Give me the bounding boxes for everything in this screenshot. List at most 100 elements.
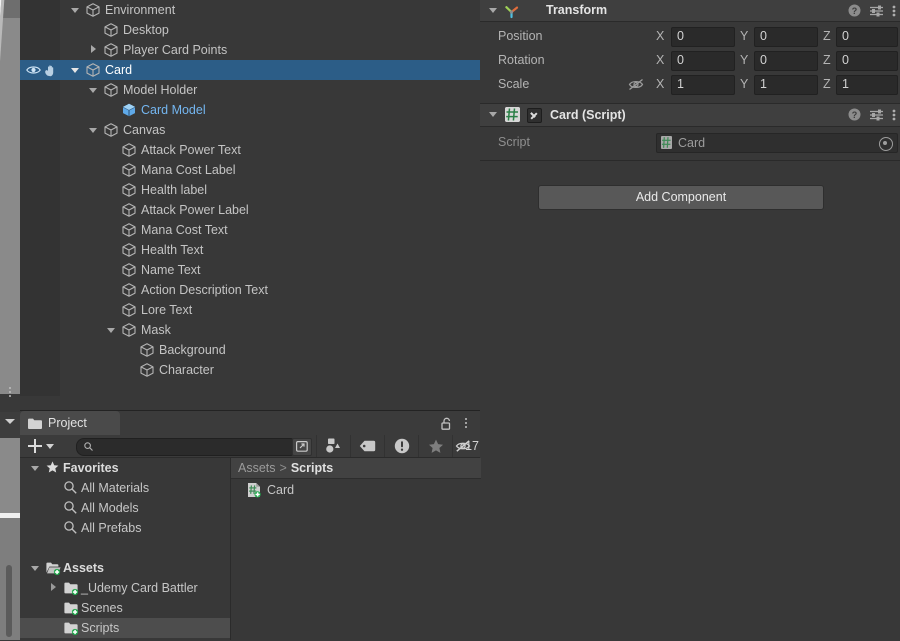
hierarchy-row[interactable]: Environment <box>20 0 480 20</box>
filter-favorites-button[interactable] <box>418 435 453 457</box>
hierarchy-row[interactable]: Mana Cost Text <box>20 220 480 240</box>
filter-by-label-button[interactable] <box>350 435 385 457</box>
hierarchy-row[interactable]: Model Holder <box>20 80 480 100</box>
gameobject-icon <box>122 223 136 237</box>
foldout-open-icon[interactable] <box>30 458 42 478</box>
project-folder-tree[interactable]: Favorites All Materials All Models All Pref… <box>20 458 230 640</box>
preset-icon[interactable] <box>870 109 883 121</box>
search-input[interactable] <box>76 438 298 456</box>
expand-search-button[interactable] <box>292 438 312 456</box>
scene-view-strip[interactable] <box>0 0 20 640</box>
hierarchy-row[interactable]: Name Text <box>20 260 480 280</box>
hierarchy-row[interactable]: Lore Text <box>20 300 480 320</box>
foldout-open-icon[interactable] <box>88 120 100 140</box>
help-icon[interactable]: ? <box>848 4 861 17</box>
transform-component-header[interactable]: Transform ? <box>480 0 900 22</box>
tab-project[interactable]: Project <box>20 411 120 435</box>
project-tree-row[interactable]: Scenes <box>20 598 230 618</box>
foldout-closed-icon[interactable] <box>48 578 60 598</box>
transform-scale-row[interactable]: Scale X 1 Y 1 Z 1 <box>480 72 900 96</box>
foldout-open-icon[interactable] <box>106 320 118 340</box>
hierarchy-row[interactable]: Action Description Text <box>20 280 480 300</box>
more-menu-icon[interactable] <box>892 108 896 122</box>
project-item-list[interactable]: Card <box>231 479 481 501</box>
constrain-proportions-off-icon[interactable] <box>628 78 644 91</box>
hidden-items-button[interactable]: 17 <box>452 435 481 457</box>
card-script-header-icons[interactable]: ? <box>848 104 896 125</box>
foldout-closed-icon[interactable] <box>88 40 100 60</box>
hierarchy-row[interactable]: Health label <box>20 180 480 200</box>
filter-by-type-button[interactable] <box>316 435 351 457</box>
inspector-panel[interactable]: Transform ? Position X 0 Y 0 Z 0 Rotatio… <box>480 0 900 640</box>
rotation-x-field[interactable]: 0 <box>671 51 735 71</box>
panel-dropdown-caret-icon[interactable] <box>3 414 17 428</box>
transform-rotation-row[interactable]: Rotation X 0 Y 0 Z 0 <box>480 48 900 72</box>
hierarchy-row[interactable]: Attack Power Label <box>20 200 480 220</box>
pointer-hand-icon[interactable] <box>44 64 58 77</box>
hierarchy-row[interactable]: Desktop <box>20 20 480 40</box>
breadcrumb-separator: > <box>279 461 287 475</box>
scale-y-field[interactable]: 1 <box>754 75 818 95</box>
project-tab-strip[interactable]: Project <box>20 411 480 435</box>
project-tree-row[interactable]: All Materials <box>20 478 230 498</box>
transform-foldout-icon[interactable] <box>488 0 500 21</box>
project-tree-row[interactable]: Assets <box>20 558 230 578</box>
card-script-component-header[interactable]: Card (Script) ? <box>480 104 900 127</box>
project-tree-row[interactable]: Favorites <box>20 458 230 478</box>
hierarchy-row[interactable]: Character <box>20 360 480 380</box>
position-x-field[interactable]: 0 <box>671 27 735 47</box>
hierarchy-row[interactable]: Health Text <box>20 240 480 260</box>
create-asset-caret-icon[interactable] <box>46 444 54 449</box>
help-icon[interactable]: ? <box>848 108 861 121</box>
hierarchy-row[interactable]: Player Card Points <box>20 40 480 60</box>
breadcrumb-root[interactable]: Assets <box>238 461 276 475</box>
add-component-button[interactable]: Add Component <box>538 185 824 210</box>
breadcrumb[interactable]: Assets > Scripts <box>231 458 481 479</box>
eye-icon[interactable] <box>26 64 41 76</box>
hierarchy-row[interactable]: Canvas <box>20 120 480 140</box>
script-label: Script <box>498 135 530 149</box>
transform-position-row[interactable]: Position X 0 Y 0 Z 0 <box>480 24 900 48</box>
position-y-field[interactable]: 0 <box>754 27 818 47</box>
foldout-open-icon[interactable] <box>30 558 42 578</box>
position-z-field[interactable]: 0 <box>836 27 898 47</box>
filter-warnings-button[interactable] <box>384 435 419 457</box>
script-object-field[interactable]: Card <box>656 133 898 153</box>
hierarchy-row[interactable]: Mask <box>20 320 480 340</box>
hierarchy-panel[interactable]: Environment Desktop Player Card Points Card… <box>20 0 480 396</box>
hierarchy-row[interactable]: Attack Power Text <box>20 140 480 160</box>
rotation-z-field[interactable]: 0 <box>836 51 898 71</box>
project-item[interactable]: Card <box>231 479 481 501</box>
project-toolbar[interactable]: 17 <box>20 435 480 458</box>
project-panel[interactable]: Project 17 Favorites All Materials All M… <box>20 410 481 641</box>
panel-options-dots[interactable] <box>4 381 16 403</box>
scene-scrollbar[interactable] <box>6 565 12 637</box>
foldout-open-icon[interactable] <box>70 60 82 80</box>
scale-label: Scale <box>498 77 530 91</box>
hierarchy-row[interactable]: Mana Cost Label <box>20 160 480 180</box>
hierarchy-tree[interactable]: Environment Desktop Player Card Points Card… <box>20 0 480 396</box>
project-content-area[interactable]: Assets > Scripts Card <box>230 458 481 640</box>
preset-icon[interactable] <box>870 5 883 17</box>
hierarchy-row[interactable]: Background <box>20 340 480 360</box>
scale-x-field[interactable]: 1 <box>671 75 735 95</box>
project-tree-row[interactable]: _Udemy Card Battler <box>20 578 230 598</box>
project-tree-row[interactable]: Scripts <box>20 618 230 638</box>
rotation-y-field[interactable]: 0 <box>754 51 818 71</box>
project-tree-row[interactable]: All Prefabs <box>20 518 230 538</box>
scale-z-field[interactable]: 1 <box>836 75 898 95</box>
card-script-enabled-checkbox[interactable] <box>527 108 542 123</box>
create-asset-button[interactable] <box>26 437 44 455</box>
project-more-menu-icon[interactable] <box>461 416 471 430</box>
transform-header-icons[interactable]: ? <box>848 0 896 21</box>
object-picker-icon[interactable] <box>879 137 893 151</box>
lock-open-icon[interactable] <box>441 417 452 430</box>
card-script-foldout-icon[interactable] <box>488 104 500 125</box>
foldout-open-icon[interactable] <box>70 0 82 20</box>
script-field-row[interactable]: Script Card <box>480 130 900 154</box>
hierarchy-row[interactable]: Card <box>20 60 480 80</box>
foldout-open-icon[interactable] <box>88 80 100 100</box>
project-tree-row[interactable]: All Models <box>20 498 230 518</box>
hierarchy-row[interactable]: Card Model <box>20 100 480 120</box>
more-menu-icon[interactable] <box>892 4 896 18</box>
